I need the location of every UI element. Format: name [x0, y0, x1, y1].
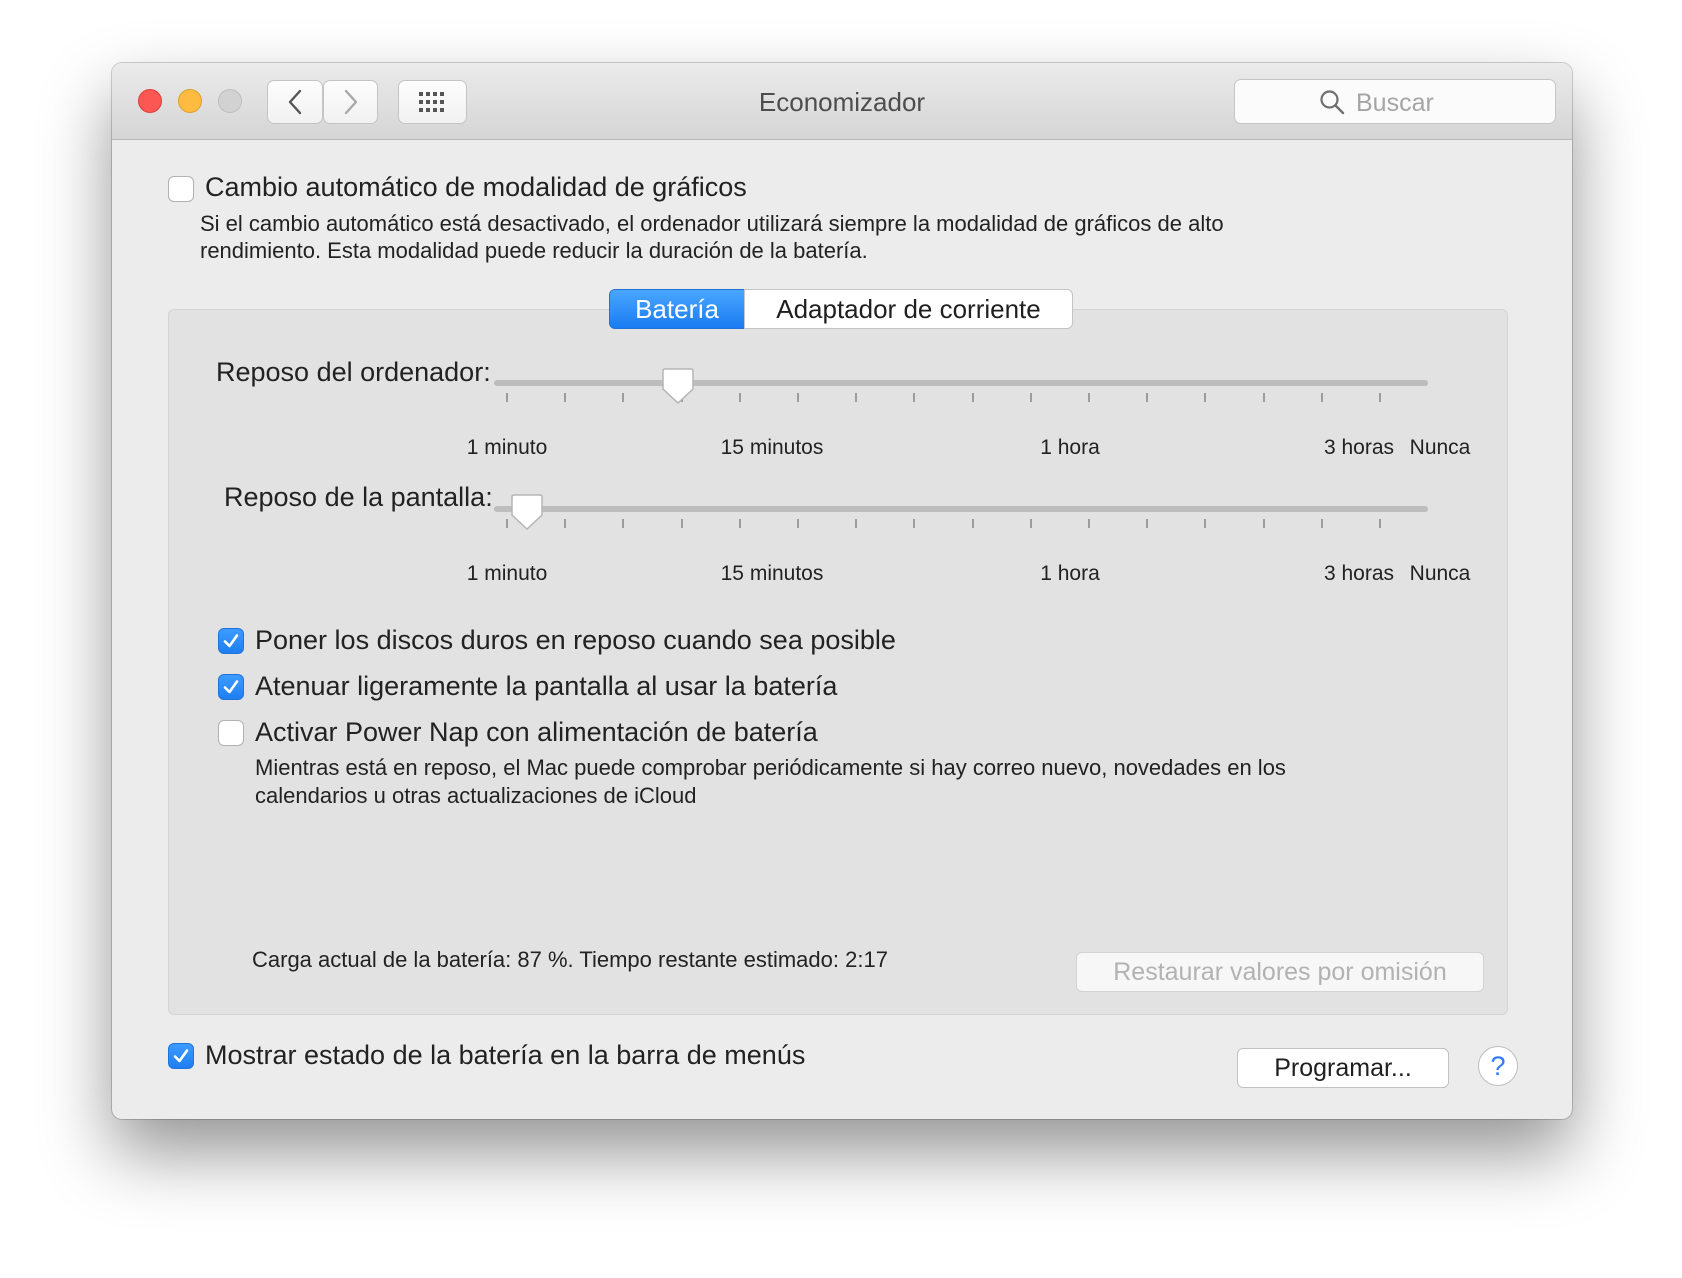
- restore-defaults-button[interactable]: Restaurar valores por omisión: [1076, 952, 1484, 992]
- slider-tick: [1321, 519, 1323, 528]
- power-nap-label: Activar Power Nap con alimentación de ba…: [255, 717, 818, 747]
- tab-power-adapter[interactable]: Adaptador de corriente: [744, 289, 1073, 329]
- slider-tick: [1204, 393, 1206, 402]
- power-nap-description-line2: calendarios u otras actualizaciones de i…: [255, 783, 697, 808]
- dim-display-label: Atenuar ligeramente la pantalla al usar …: [255, 671, 838, 701]
- energy-saver-window: Economizador Buscar Cambio automático de…: [112, 63, 1572, 1119]
- computer-sleep-tick-label: 1 minuto: [466, 436, 548, 459]
- graphics-description-line2: rendimiento. Esta modalidad puede reduci…: [200, 238, 868, 263]
- computer-sleep-tick-label: 15 minutos: [720, 436, 824, 459]
- tab-battery[interactable]: Batería: [609, 289, 745, 329]
- help-button[interactable]: ?: [1478, 1046, 1518, 1086]
- slider-tick: [1088, 519, 1090, 528]
- hard-disks-sleep-checkbox[interactable]: [218, 628, 244, 654]
- slider-tick: [506, 519, 508, 528]
- display-sleep-tick-label: 1 minuto: [466, 562, 548, 585]
- slider-tick: [1030, 393, 1032, 402]
- slider-tick: [797, 393, 799, 402]
- computer-sleep-tick-label: Nunca: [1409, 436, 1471, 459]
- slider-tick: [681, 519, 683, 528]
- slider-tick: [739, 393, 741, 402]
- slider-tick: [972, 519, 974, 528]
- graphics-description-line1: Si el cambio automático está desactivado…: [200, 211, 1224, 236]
- settings-panel: [168, 309, 1508, 1015]
- slider-tick: [855, 393, 857, 402]
- schedule-button[interactable]: Programar...: [1237, 1048, 1449, 1088]
- slider-tick: [1379, 519, 1381, 528]
- search-field[interactable]: Buscar: [1234, 79, 1556, 124]
- slider-tick: [1204, 519, 1206, 528]
- search-placeholder: Buscar: [1356, 89, 1434, 117]
- display-sleep-slider-track[interactable]: [494, 506, 1428, 512]
- display-sleep-slider-thumb[interactable]: [510, 493, 544, 536]
- slider-tick: [913, 519, 915, 528]
- computer-sleep-slider-thumb[interactable]: [661, 367, 695, 410]
- computer-sleep-tick-label: 1 hora: [1040, 436, 1100, 459]
- slider-tick: [913, 393, 915, 402]
- power-nap-checkbox[interactable]: [218, 720, 244, 746]
- graphics-switching-label: Cambio automático de modalidad de gráfic…: [205, 172, 747, 202]
- slider-tick: [1030, 519, 1032, 528]
- search-icon: [1319, 89, 1345, 120]
- computer-sleep-label: Reposo del ordenador:: [216, 357, 491, 387]
- show-battery-status-label: Mostrar estado de la batería en la barra…: [205, 1040, 806, 1070]
- display-sleep-label: Reposo de la pantalla:: [224, 482, 493, 512]
- battery-status-text: Carga actual de la batería: 87 %. Tiempo…: [252, 947, 888, 972]
- display-sleep-tick-label: Nunca: [1409, 562, 1471, 585]
- hard-disks-sleep-label: Poner los discos duros en reposo cuando …: [255, 625, 896, 655]
- power-nap-description-line1: Mientras está en reposo, el Mac puede co…: [255, 755, 1286, 780]
- slider-tick: [622, 519, 624, 528]
- display-sleep-tick-label: 3 horas: [1323, 562, 1395, 585]
- display-sleep-tick-label: 1 hora: [1040, 562, 1100, 585]
- display-sleep-tick-label: 15 minutos: [720, 562, 824, 585]
- show-battery-status-checkbox[interactable]: [168, 1043, 194, 1069]
- computer-sleep-slider-track[interactable]: [494, 380, 1428, 386]
- dim-display-checkbox[interactable]: [218, 674, 244, 700]
- slider-tick: [1088, 393, 1090, 402]
- graphics-switching-checkbox[interactable]: [168, 176, 194, 202]
- slider-tick: [1263, 519, 1265, 528]
- computer-sleep-tick-label: 3 horas: [1323, 436, 1395, 459]
- slider-tick: [1146, 519, 1148, 528]
- slider-tick: [1263, 393, 1265, 402]
- slider-tick: [622, 393, 624, 402]
- slider-tick: [797, 519, 799, 528]
- slider-tick: [1379, 393, 1381, 402]
- slider-tick: [564, 519, 566, 528]
- slider-tick: [1321, 393, 1323, 402]
- slider-tick: [739, 519, 741, 528]
- slider-tick: [506, 393, 508, 402]
- slider-tick: [855, 519, 857, 528]
- titlebar: Economizador Buscar: [112, 63, 1572, 140]
- slider-tick: [564, 393, 566, 402]
- slider-tick: [1146, 393, 1148, 402]
- slider-tick: [972, 393, 974, 402]
